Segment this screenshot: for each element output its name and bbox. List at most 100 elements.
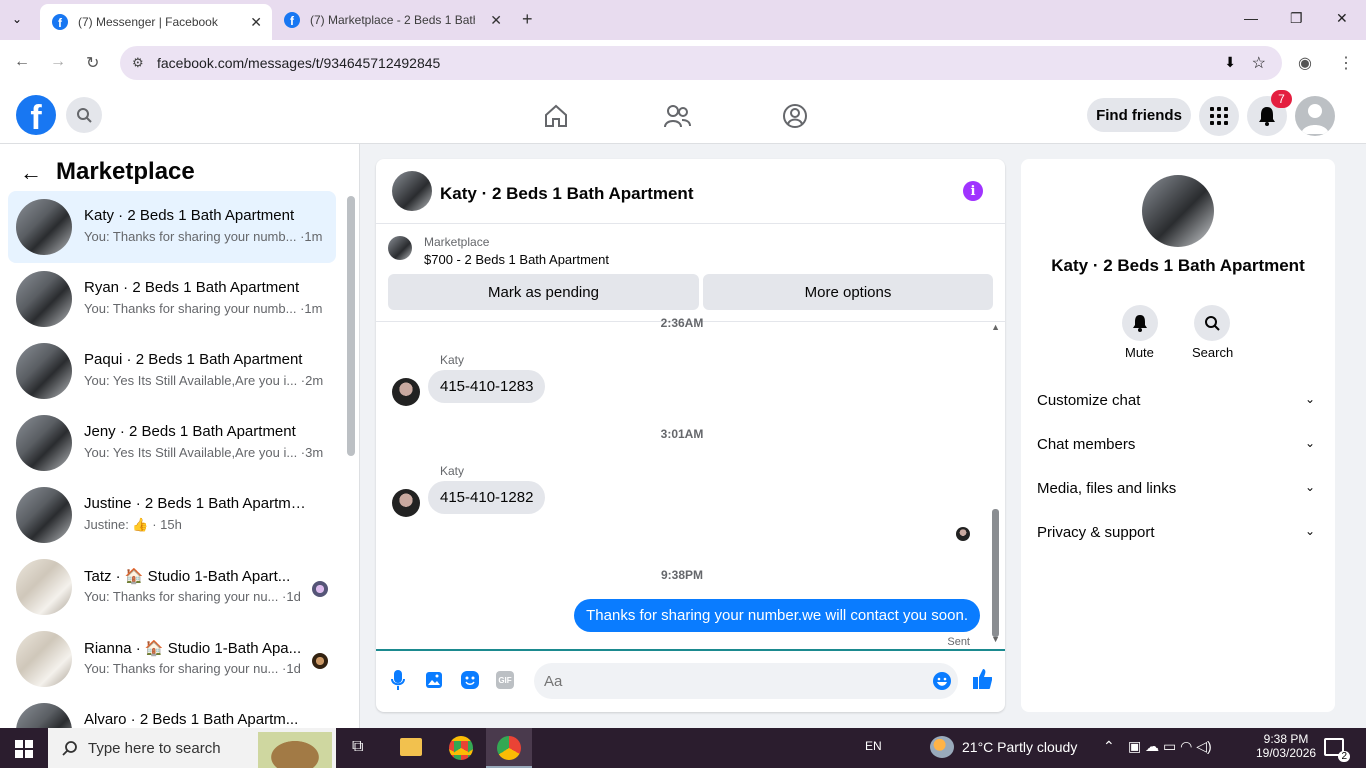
media-files-links-section[interactable]: Media, files and links ⌄: [1037, 480, 1319, 497]
language-indicator[interactable]: EN: [865, 739, 882, 753]
listing-thumbnail: [16, 271, 72, 327]
tab-messenger[interactable]: f (7) Messenger | Facebook ✕: [40, 4, 272, 40]
incoming-message-bubble[interactable]: 415-410-1282: [428, 481, 546, 514]
conversation-item-katy[interactable]: Katy · 2 Beds 1 Bath Apartment You: Than…: [8, 191, 336, 263]
notification-count: 2: [1338, 751, 1350, 762]
listing-thumbnail: [16, 343, 72, 399]
clock-time: 9:38 PM: [1263, 732, 1309, 746]
message-composer: GIF: [376, 654, 1005, 712]
panel-title: Marketplace: [56, 158, 195, 185]
search-in-conversation-button[interactable]: [1194, 305, 1230, 341]
conversation-preview: You: Thanks for sharing your numb... ·1m: [84, 301, 323, 316]
chevron-up-icon[interactable]: ⌃: [1103, 738, 1115, 755]
close-tab-icon[interactable]: ✕: [250, 14, 262, 31]
mute-button[interactable]: [1122, 305, 1158, 341]
thumbs-up-icon[interactable]: [972, 669, 992, 689]
outgoing-message-bubble[interactable]: Thanks for sharing your number.we will c…: [574, 599, 980, 632]
groups-icon[interactable]: [781, 102, 809, 130]
conversation-list-scrollbar[interactable]: [347, 196, 355, 456]
chat-avatar[interactable]: [392, 171, 432, 211]
conversation-item-justine[interactable]: Justine · 2 Beds 1 Bath Apartment Justin…: [8, 479, 336, 551]
more-options-button[interactable]: More options: [703, 274, 993, 310]
message-timestamp: 9:38PM: [660, 568, 704, 582]
back-arrow-icon[interactable]: ←: [20, 160, 42, 186]
sender-avatar: [392, 489, 420, 517]
seen-avatar: [312, 653, 328, 669]
task-view-icon[interactable]: ⧉: [352, 738, 363, 756]
reload-icon[interactable]: ↻: [86, 53, 99, 73]
thread-scrollbar[interactable]: [992, 509, 999, 637]
listing-title: $700 - 2 Beds 1 Bath Apartment: [424, 252, 610, 267]
conversation-item-tatz[interactable]: Tatz · 🏠 Studio 1-Bath Apart... You: Tha…: [8, 551, 336, 623]
weather-icon[interactable]: [930, 736, 954, 758]
photo-icon[interactable]: [424, 670, 444, 690]
conversation-item-rianna[interactable]: Rianna · 🏠 Studio 1-Bath Apa... You: Tha…: [8, 623, 336, 695]
sticker-icon[interactable]: [460, 670, 480, 690]
install-app-icon[interactable]: ⬇: [1224, 54, 1236, 71]
search-icon: [77, 108, 92, 123]
gif-icon[interactable]: GIF: [496, 671, 514, 689]
chevron-down-icon: ⌄: [1304, 524, 1315, 538]
chrome-profile-icon: [497, 736, 521, 760]
clock[interactable]: 9:38 PM 19/03/2026: [1256, 732, 1316, 760]
windows-start-icon[interactable]: [15, 740, 33, 758]
section-label: Customize chat: [1037, 392, 1141, 409]
fb-search-button[interactable]: [66, 97, 102, 133]
scroll-up-arrow-icon[interactable]: ▲: [991, 322, 1000, 332]
read-receipt-avatar: [956, 527, 970, 541]
conversation-name: Tatz · 🏠 Studio 1-Bath Apart...: [84, 568, 291, 585]
tab-list-chevron-icon[interactable]: ⌄: [12, 12, 22, 26]
restore-icon[interactable]: ❐: [1290, 10, 1303, 27]
message-sender: Katy: [440, 464, 465, 478]
weather-text[interactable]: 21°C Partly cloudy: [962, 739, 1077, 755]
listing-thumbnail: [388, 236, 412, 260]
chat-members-section[interactable]: Chat members ⌄: [1037, 436, 1319, 453]
conversation-item-jeny[interactable]: Jeny · 2 Beds 1 Bath Apartment You: Yes …: [8, 407, 336, 479]
minimize-icon[interactable]: —: [1244, 10, 1258, 26]
notification-center-icon[interactable]: 2: [1324, 738, 1350, 762]
chat-title[interactable]: Katy · 2 Beds 1 Bath Apartment: [440, 184, 693, 204]
back-icon[interactable]: ←: [14, 53, 30, 71]
forward-icon[interactable]: →: [50, 53, 66, 71]
window-close-icon[interactable]: ✕: [1336, 10, 1348, 27]
listing-thumbnail: [16, 703, 72, 728]
conversation-preview: You: Yes Its Still Available,Are you i..…: [84, 445, 324, 460]
chrome-active-app[interactable]: [486, 728, 532, 768]
account-avatar[interactable]: [1295, 96, 1335, 136]
file-explorer-icon[interactable]: [400, 738, 422, 756]
new-tab-icon[interactable]: +: [522, 9, 533, 30]
tray-icons[interactable]: ▣ ☁ ▭ ◠ ◁): [1128, 738, 1212, 755]
home-icon[interactable]: [543, 103, 569, 129]
friends-icon[interactable]: [663, 103, 691, 129]
contact-name: Katy · 2 Beds 1 Bath Apartment: [1051, 256, 1305, 275]
facebook-favicon-icon: f: [52, 14, 68, 30]
privacy-support-section[interactable]: Privacy & support ⌄: [1037, 524, 1319, 541]
microphone-icon[interactable]: [388, 670, 408, 690]
menu-button[interactable]: [1199, 96, 1239, 136]
conversation-item-paqui[interactable]: Paqui · 2 Beds 1 Bath Apartment You: Yes…: [8, 335, 336, 407]
incoming-message-bubble[interactable]: 415-410-1283: [428, 370, 546, 403]
menu-kebab-icon[interactable]: ⋮: [1338, 53, 1354, 73]
bell-icon: [1259, 107, 1275, 126]
site-info-icon[interactable]: ⚙: [132, 55, 144, 71]
tab-marketplace[interactable]: f (7) Marketplace - 2 Beds 1 Bath ✕: [272, 0, 512, 40]
facebook-logo-icon[interactable]: f: [16, 95, 56, 135]
address-bar[interactable]: ⚙ facebook.com/messages/t/93464571249284…: [120, 46, 1282, 80]
emoji-icon[interactable]: [932, 671, 952, 691]
contact-avatar[interactable]: [1142, 175, 1214, 247]
chrome-icon[interactable]: [449, 736, 473, 760]
message-input[interactable]: [534, 663, 958, 699]
browser-tab-strip: ⌄ f (7) Messenger | Facebook ✕ f (7) Mar…: [0, 0, 1366, 40]
seen-avatar: [312, 581, 328, 597]
windows-taskbar: Type here to search ⧉ EN 21°C Partly clo…: [0, 728, 1366, 768]
bookmark-star-icon[interactable]: ☆: [1252, 53, 1266, 73]
conversation-item-alvaro[interactable]: Alvaro · 2 Beds 1 Bath Apartm...: [8, 695, 336, 728]
profile-icon[interactable]: ◉: [1298, 53, 1312, 73]
conversation-item-ryan[interactable]: Ryan · 2 Beds 1 Bath Apartment You: Than…: [8, 263, 336, 335]
close-tab-icon[interactable]: ✕: [490, 12, 502, 29]
mark-as-pending-button[interactable]: Mark as pending: [388, 274, 699, 310]
find-friends-button[interactable]: Find friends: [1087, 98, 1191, 132]
conversation-info-icon[interactable]: i: [963, 181, 983, 201]
taskbar-search-box[interactable]: Type here to search: [48, 728, 336, 768]
customize-chat-section[interactable]: Customize chat ⌄: [1037, 392, 1319, 409]
